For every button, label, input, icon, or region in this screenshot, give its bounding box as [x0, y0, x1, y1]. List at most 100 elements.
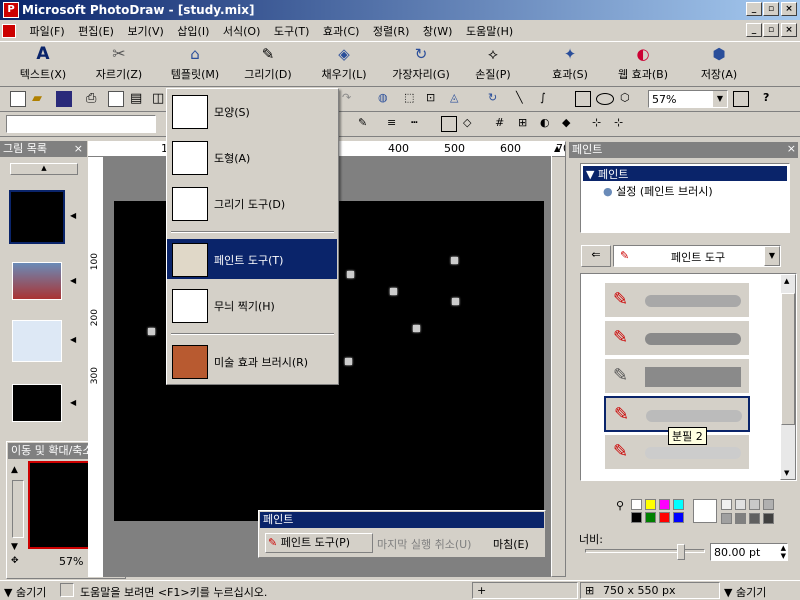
- font-combo[interactable]: [6, 115, 156, 133]
- menu-effects[interactable]: 효과(C): [318, 20, 365, 39]
- menu-format[interactable]: 서식(O): [218, 20, 265, 39]
- zoom-combo[interactable]: 57% ▼: [648, 90, 728, 108]
- swatch[interactable]: [721, 499, 732, 510]
- pen-color-icon[interactable]: ✎: [358, 116, 374, 132]
- thumb-black[interactable]: [12, 384, 62, 422]
- doc-restore-icon[interactable]: ▫: [763, 23, 779, 37]
- tool-select[interactable]: ✎ 페인트 도구 ▼: [613, 245, 781, 267]
- help-icon[interactable]: ?: [763, 91, 779, 107]
- width-slider-track[interactable]: [585, 549, 705, 553]
- doc-icon[interactable]: [0, 21, 21, 38]
- width-slider-thumb[interactable]: [677, 544, 685, 560]
- swatch[interactable]: [673, 499, 684, 510]
- visual-open-icon[interactable]: ◍: [378, 91, 394, 107]
- menu-window[interactable]: 창(W): [418, 20, 458, 39]
- zoom-in-icon[interactable]: ▲: [11, 465, 18, 475]
- brush-item[interactable]: ✎: [604, 282, 750, 318]
- zoom-slider[interactable]: [12, 480, 24, 538]
- save-disk-icon[interactable]: [56, 91, 72, 107]
- thumb-stars[interactable]: [9, 190, 65, 244]
- zoom-dropdown-icon[interactable]: ▼: [713, 91, 727, 107]
- rect-icon[interactable]: [575, 91, 591, 107]
- swatch[interactable]: [721, 513, 732, 524]
- undo-last-button[interactable]: 마지막 실행 취소(U): [377, 536, 471, 552]
- panel-back-button[interactable]: ⇐: [581, 245, 611, 267]
- scroll-up-icon[interactable]: ▲: [554, 144, 560, 153]
- touchup-button[interactable]: ⟡ 손질(P): [458, 44, 528, 82]
- fill-tool-icon[interactable]: ◬: [450, 91, 466, 107]
- app-icon[interactable]: P: [3, 2, 19, 18]
- swatch[interactable]: [763, 499, 774, 510]
- menu-item-shape[interactable]: 모양(S): [167, 91, 337, 131]
- ungroup-icon[interactable]: ⊹: [614, 116, 630, 132]
- redo-icon[interactable]: ↷: [342, 91, 358, 107]
- align-icon[interactable]: ⊞: [518, 116, 534, 132]
- swatch[interactable]: [749, 513, 760, 524]
- send-back-icon[interactable]: ◆: [562, 116, 578, 132]
- swatch[interactable]: [645, 499, 656, 510]
- zoom-out-icon[interactable]: ▼: [11, 542, 18, 552]
- brush-item[interactable]: ✎: [604, 358, 750, 394]
- shadow-icon[interactable]: [441, 116, 457, 132]
- line-icon[interactable]: ╲: [516, 91, 532, 107]
- curve-icon[interactable]: ∫: [540, 91, 556, 107]
- swatch[interactable]: [673, 512, 684, 523]
- hide-right-button[interactable]: ▼ 숨기기: [724, 584, 766, 600]
- thumb-arrow-icon[interactable]: ◀: [70, 211, 76, 220]
- brush-item[interactable]: ✎: [604, 320, 750, 356]
- paint-panel-close-icon[interactable]: ×: [787, 141, 796, 156]
- menu-item-stamp[interactable]: 무늬 찍기(H): [167, 285, 337, 325]
- restore-icon[interactable]: ▫: [763, 2, 779, 16]
- thumb-arrow-icon[interactable]: ◀: [70, 276, 76, 285]
- swatch[interactable]: [645, 512, 656, 523]
- tool-dropdown-icon[interactable]: ▼: [764, 246, 780, 266]
- thumb-snow[interactable]: [12, 320, 62, 362]
- menu-item-art-brush[interactable]: 미술 효과 브러시(R): [167, 341, 337, 381]
- fill-button[interactable]: ◈ 채우기(L): [309, 44, 379, 82]
- line-width-icon[interactable]: ≡: [387, 116, 403, 132]
- menu-item-paint-tool[interactable]: 페인트 도구(T): [167, 239, 337, 279]
- hide-left-button[interactable]: ▼ 숨기기: [4, 584, 46, 600]
- gallery-scroll-thumb[interactable]: [781, 293, 795, 425]
- autoshape-icon[interactable]: ⬡: [620, 91, 636, 107]
- dash-icon[interactable]: ┅: [411, 116, 427, 132]
- spin-icon[interactable]: ▲ ▼: [781, 544, 786, 560]
- group-icon[interactable]: ⊹: [592, 116, 608, 132]
- crop-button[interactable]: ✂ 자르기(Z): [84, 44, 154, 82]
- menu-edit[interactable]: 편집(E): [73, 20, 119, 39]
- menu-file[interactable]: 파일(F): [25, 20, 70, 39]
- swatch[interactable]: [749, 499, 760, 510]
- open-icon[interactable]: ▰: [32, 91, 48, 107]
- edge-button[interactable]: ↻ 가장자리(G): [386, 44, 456, 82]
- menu-view[interactable]: 보기(V): [122, 20, 168, 39]
- thumb-christmas[interactable]: [12, 262, 62, 300]
- doc-minimize-icon[interactable]: _: [746, 23, 762, 37]
- menu-item-autoshape[interactable]: 도형(A): [167, 137, 337, 177]
- effects-button[interactable]: ✦ 효과(S): [535, 44, 605, 82]
- doc-close-icon[interactable]: ×: [781, 23, 797, 37]
- close-icon[interactable]: ×: [781, 2, 797, 16]
- bring-front-icon[interactable]: ◐: [540, 116, 556, 132]
- ellipse-icon[interactable]: [596, 93, 614, 105]
- rotate-icon[interactable]: ↻: [488, 91, 504, 107]
- swatch[interactable]: [631, 512, 642, 523]
- preview-icon[interactable]: [108, 91, 124, 107]
- tree-root[interactable]: ▼ 페인트: [583, 166, 787, 181]
- 3d-icon[interactable]: ◇: [463, 116, 479, 132]
- scan-icon[interactable]: ▤: [130, 91, 146, 107]
- menu-arrange[interactable]: 정렬(R): [368, 20, 414, 39]
- crop-area-icon[interactable]: ⊡: [426, 91, 442, 107]
- menu-item-draw-tool[interactable]: 그리기 도구(D): [167, 183, 337, 223]
- picture-list-close-icon[interactable]: ×: [74, 141, 83, 156]
- text-button[interactable]: A 텍스트(X): [8, 44, 78, 82]
- tree-child[interactable]: ● 설정 (페인트 브러시): [603, 183, 713, 199]
- new-icon[interactable]: [10, 91, 26, 107]
- gallery-scrollbar[interactable]: ▲ ▼: [780, 274, 796, 480]
- swatch[interactable]: [659, 512, 670, 523]
- swatch[interactable]: [735, 513, 746, 524]
- paint-tool-button[interactable]: ✎ 페인트 도구(P): [265, 533, 373, 553]
- thumb-arrow-icon[interactable]: ◀: [70, 335, 76, 344]
- grid-icon[interactable]: #: [495, 116, 511, 132]
- thumb-arrow-icon[interactable]: ◀: [70, 398, 76, 407]
- width-input[interactable]: 80.00 pt ▲ ▼: [710, 543, 788, 561]
